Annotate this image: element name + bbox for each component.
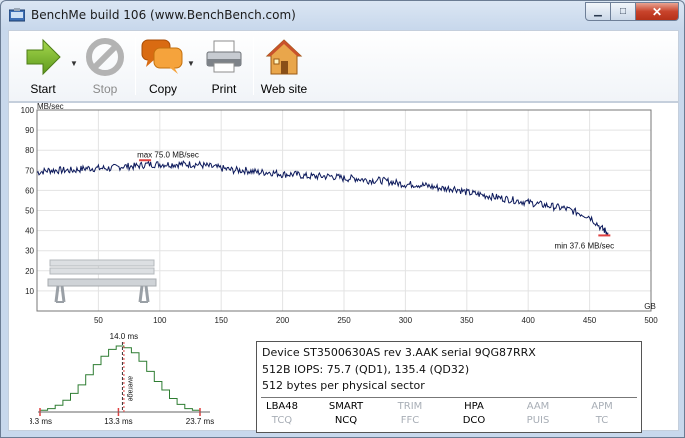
feature-flag-trim: TRIM [397, 401, 423, 412]
toolbar: Start ▼ Stop Copy ▼ Print Web site [8, 30, 679, 102]
feature-flag-aam: AAM [526, 401, 550, 412]
window-controls: ▁ □ ✕ [585, 2, 679, 21]
house-icon [265, 39, 303, 75]
copy-button[interactable]: Copy [139, 35, 187, 99]
y-tick-label: 50 [25, 207, 34, 216]
min-annotation: min 37.6 MB/sec [555, 241, 615, 250]
toolbar-separator [135, 37, 136, 95]
x-tick-label: 250 [337, 316, 351, 325]
device-info-panel: Device ST3500630AS rev 3.AAK serial 9QG8… [256, 341, 642, 433]
feature-flag-hpa: HPA [464, 401, 484, 412]
y-tick-label: 70 [25, 166, 34, 175]
y-tick-label: 60 [25, 186, 34, 195]
maximize-icon: □ [619, 6, 627, 17]
x-tick-label: 450 [583, 316, 597, 325]
max-annotation: max 75.0 MB/sec [137, 150, 199, 159]
y-tick-label: 90 [25, 126, 34, 135]
x-axis-label: GB [644, 302, 656, 311]
histogram-series [39, 345, 201, 416]
feature-flag-ncq: NCQ [334, 415, 358, 426]
device-line: Device ST3500630AS rev 3.AAK serial 9QG8… [262, 346, 536, 359]
x-tick-label: 500 [644, 316, 658, 325]
stop-button[interactable]: Stop [79, 35, 131, 99]
copy-dropdown-icon[interactable]: ▼ [187, 59, 195, 68]
feature-flag-tcq: TCQ [271, 415, 293, 426]
speech-bubbles-icon [141, 39, 183, 74]
x-tick-label: 300 [399, 316, 413, 325]
title-bar[interactable]: BenchMe build 106 (www.BenchBench.com) ▁… [1, 1, 684, 29]
y-axis-label: MB/sec [37, 102, 64, 111]
app-icon [9, 8, 25, 22]
sector-line: 512 bytes per physical sector [262, 379, 425, 392]
y-tick-label: 80 [25, 146, 34, 155]
maximize-button[interactable]: □ [611, 2, 636, 21]
histogram-mid-label: 13.3 ms [104, 417, 132, 426]
feature-flag-dco: DCO [462, 415, 486, 426]
average-label: average [126, 376, 133, 401]
histogram-steps [39, 345, 201, 412]
transfer-rate-line [36, 160, 609, 236]
minimize-icon: ▁ [594, 6, 602, 17]
feature-flag-smart: SMART [328, 401, 364, 412]
histogram-min-label: 3.3 ms [30, 417, 52, 426]
x-tick-label: 100 [153, 316, 167, 325]
close-button[interactable]: ✕ [636, 2, 679, 21]
close-icon: ✕ [651, 4, 663, 19]
print-button[interactable]: Print [199, 35, 249, 99]
transfer-rate-chart: 50 100 150 200 250 300 350 400 450 500 10 20 30 40 50 6… [21, 102, 659, 325]
x-tick-label: 150 [215, 316, 229, 325]
y-tick-label: 100 [21, 106, 35, 115]
print-label: Print [211, 82, 237, 96]
y-tick-label: 10 [25, 287, 34, 296]
arrow-right-icon [26, 38, 61, 76]
copy-label: Copy [148, 82, 177, 96]
chart-axes: 50 100 150 200 250 300 350 400 450 500 10 20 30 40 50 6… [21, 106, 659, 325]
y-tick-label: 30 [25, 247, 34, 256]
peak-label: 14.0 ms [110, 332, 138, 341]
x-tick-label: 400 [522, 316, 536, 325]
transfer-rate-series [36, 160, 609, 236]
x-tick-label: 350 [460, 316, 474, 325]
x-tick-label: 50 [94, 316, 103, 325]
bench-image [47, 259, 157, 303]
window-title: BenchMe build 106 (www.BenchBench.com) [31, 8, 296, 22]
y-tick-label: 40 [25, 227, 34, 236]
histogram-max-label: 23.7 ms [186, 417, 214, 426]
feature-flag-tc: TC [595, 415, 609, 426]
feature-flag-ffc: FFC [400, 415, 420, 426]
x-tick-label: 200 [276, 316, 290, 325]
start-label: Start [30, 82, 56, 96]
stop-icon [86, 38, 124, 76]
info-divider [261, 397, 637, 398]
feature-flag-apm: APM [591, 401, 613, 412]
feature-flag-puis: PUIS [526, 415, 550, 426]
website-button[interactable]: Web site [257, 35, 311, 99]
start-button[interactable]: Start [13, 35, 73, 99]
stop-label: Stop [92, 82, 118, 96]
toolbar-separator [253, 37, 254, 95]
iops-line: 512B IOPS: 75.7 (QD1), 135.4 (QD32) [262, 363, 470, 376]
y-tick-label: 20 [25, 267, 34, 276]
minimize-button[interactable]: ▁ [585, 2, 611, 21]
access-time-histogram: 14.0 ms average 3.3 ms 13.3 ms 23.7 ms [30, 332, 214, 426]
feature-flag-lba48: LBA48 [266, 401, 298, 412]
start-dropdown-icon[interactable]: ▼ [70, 59, 78, 68]
printer-icon [206, 40, 242, 73]
website-label: Web site [260, 82, 308, 96]
